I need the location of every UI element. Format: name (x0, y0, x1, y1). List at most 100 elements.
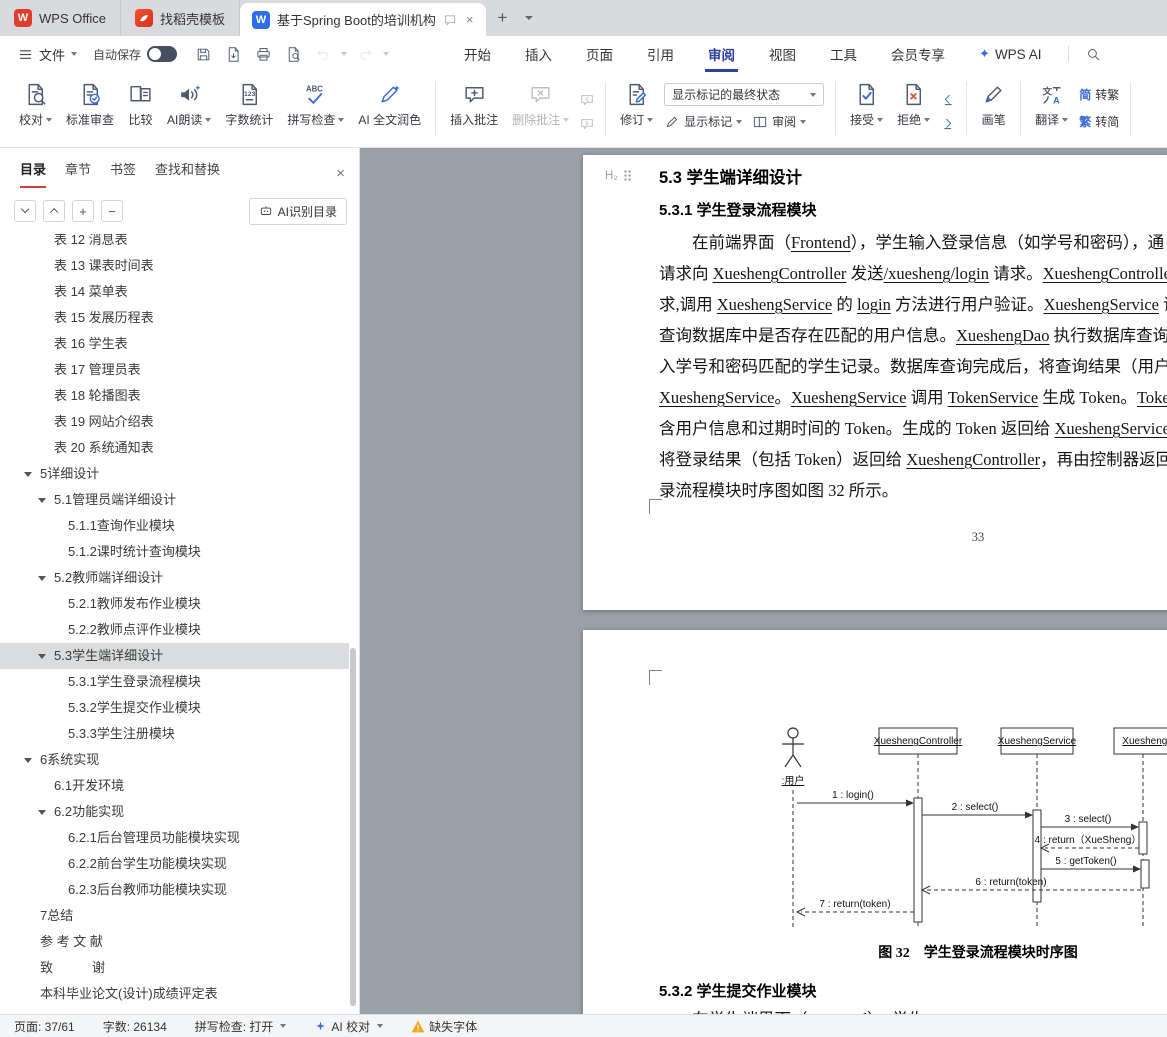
menu-tab-view[interactable]: 视图 (752, 36, 813, 72)
spell-check-button[interactable]: ABC 拼写检查 (280, 78, 351, 143)
undo-options-icon[interactable] (341, 52, 348, 56)
translate-button[interactable]: 文A 翻译 (1028, 78, 1075, 143)
outline-item[interactable]: 5.2.2教师点评作业模块 (0, 617, 349, 643)
status-spell-check[interactable]: 拼写检查: 打开 (195, 1018, 287, 1035)
document-page-34[interactable]: :用户 XueshengController XueshengService X… (583, 630, 1167, 1014)
outline-item[interactable]: 5.2教师端详细设计 (0, 565, 349, 591)
outline-item[interactable]: 5.3.2学生提交作业模块 (0, 695, 349, 721)
tab-docer-templates[interactable]: 找稻壳模板 (121, 0, 240, 36)
collapse-all-button[interactable] (43, 200, 65, 222)
outline-item[interactable]: 表 14 菜单表 (0, 279, 349, 305)
outline-item[interactable]: 致 谢 (0, 955, 349, 981)
tab-bookmark[interactable]: 书签 (110, 159, 136, 188)
review-pane-button[interactable]: 审阅 (752, 113, 807, 130)
simplified-to-traditional-button[interactable]: 简 转繁 (1079, 86, 1119, 103)
menu-tab-home[interactable]: 开始 (447, 36, 508, 72)
outline-item[interactable]: 表 13 课表时间表 (0, 253, 349, 279)
next-comment-button[interactable] (579, 116, 595, 132)
redo-options-icon[interactable] (383, 52, 390, 56)
tab-wps-home[interactable]: W WPS Office (0, 0, 121, 36)
expand-arrow-icon[interactable] (24, 472, 32, 477)
outline-item[interactable]: 参 考 文 献 (0, 929, 349, 955)
expand-arrow-icon[interactable] (24, 758, 32, 763)
outline-item[interactable]: 5.1.2课时统计查询模块 (0, 539, 349, 565)
expand-all-button[interactable] (14, 200, 36, 222)
expand-arrow-icon[interactable] (38, 576, 46, 581)
print-preview-button[interactable] (281, 42, 305, 66)
word-count-button[interactable]: 123 字数统计 (218, 78, 280, 143)
save-button[interactable] (191, 42, 215, 66)
outline-item[interactable]: 表 20 系统通知表 (0, 435, 349, 461)
compare-button[interactable]: 比较 (121, 78, 160, 143)
outline-item[interactable]: 表 16 学生表 (0, 331, 349, 357)
outline-item[interactable]: 7总结 (0, 903, 349, 929)
ai-polish-button[interactable]: AI 全文润色 (351, 78, 428, 143)
drag-handle-icon[interactable] (623, 169, 632, 182)
tab-list-dropdown[interactable] (519, 0, 539, 36)
standard-review-button[interactable]: 标准审查 (59, 78, 121, 143)
status-ai-proofread[interactable]: AI 校对 (314, 1018, 384, 1035)
close-tab-icon[interactable]: × (464, 12, 476, 27)
outline-item[interactable]: 5.3.3学生注册模块 (0, 721, 349, 747)
next-change-button[interactable] (940, 116, 956, 132)
insert-comment-button[interactable]: 插入批注 (443, 78, 505, 143)
outline-item[interactable]: 5.3.1学生登录流程模块 (0, 669, 349, 695)
reject-change-button[interactable]: 拒绝 (890, 78, 937, 143)
outline-item[interactable]: 表 18 轮播图表 (0, 383, 349, 409)
status-page-indicator[interactable]: 页面: 37/61 (14, 1018, 75, 1035)
track-changes-button[interactable]: 修订 (613, 78, 660, 143)
sidebar-scrollbar[interactable] (350, 648, 356, 1006)
search-icon[interactable] (1081, 42, 1105, 66)
show-markup-button[interactable]: 显示标记 (664, 113, 743, 130)
outline-item[interactable]: 表 19 网站介绍表 (0, 409, 349, 435)
heading-level-marker[interactable]: H₂ (605, 169, 632, 182)
tab-toc[interactable]: 目录 (20, 159, 47, 188)
ink-brush-button[interactable]: 画笔 (974, 78, 1013, 143)
outline-item[interactable]: 5.2.1教师发布作业模块 (0, 591, 349, 617)
file-menu-button[interactable]: 文件 (12, 41, 83, 68)
menu-tab-tools[interactable]: 工具 (813, 36, 874, 72)
traditional-to-simplified-button[interactable]: 繁 转简 (1079, 113, 1119, 130)
status-word-count[interactable]: 字数: 26134 (103, 1018, 167, 1035)
menu-tab-wps-ai[interactable]: ✦ WPS AI (962, 36, 1058, 72)
print-button[interactable] (251, 42, 275, 66)
outline-item[interactable]: 表 17 管理员表 (0, 357, 349, 383)
autosave-control[interactable]: 自动保存 (93, 46, 178, 63)
redo-button[interactable] (353, 42, 377, 66)
delete-comment-button[interactable]: 删除批注 (505, 78, 576, 143)
menu-tab-review[interactable]: 审阅 (691, 36, 752, 72)
proofread-button[interactable]: 校对 (12, 78, 59, 143)
new-tab-button[interactable]: + (486, 0, 520, 36)
outline-item[interactable]: 6系统实现 (0, 747, 349, 773)
document-page-33[interactable]: H₂ 5.3 学生端详细设计 5.3.1 学生登录流程模块 在前端界面（Fron… (583, 155, 1167, 610)
previous-change-button[interactable] (940, 92, 956, 108)
outline-item[interactable]: 6.2.3后台教师功能模块实现 (0, 877, 349, 903)
menu-tab-page[interactable]: 页面 (569, 36, 630, 72)
outline-item[interactable]: 5.3学生端详细设计 (0, 643, 349, 669)
document-canvas[interactable]: H₂ 5.3 学生端详细设计 5.3.1 学生登录流程模块 在前端界面（Fron… (360, 148, 1167, 1014)
menu-tab-member[interactable]: 会员专享 (874, 36, 962, 72)
expand-arrow-icon[interactable] (38, 654, 46, 659)
tab-document[interactable]: W 基于Spring Boot的培训机构 × (239, 3, 486, 36)
tab-chapter[interactable]: 章节 (65, 159, 91, 188)
outline-item[interactable]: 表 15 发展历程表 (0, 305, 349, 331)
close-pane-icon[interactable]: × (336, 165, 345, 188)
menu-tab-reference[interactable]: 引用 (630, 36, 691, 72)
outline-item[interactable]: 5.1管理员端详细设计 (0, 487, 349, 513)
outline-item[interactable]: 5.1.1查询作业模块 (0, 513, 349, 539)
outline-item[interactable]: 6.2.1后台管理员功能模块实现 (0, 825, 349, 851)
tab-find-replace[interactable]: 查找和替换 (155, 159, 220, 188)
undo-button[interactable] (311, 42, 335, 66)
ai-read-aloud-button[interactable]: AI朗读 (160, 78, 218, 143)
outline-item[interactable]: 表 12 消息表 (0, 234, 349, 253)
outline-item[interactable]: 5详细设计 (0, 461, 349, 487)
previous-comment-button[interactable] (579, 92, 595, 108)
markup-state-select[interactable]: 显示标记的最终状态 (664, 83, 825, 106)
autosave-toggle[interactable] (147, 46, 178, 62)
outline-item[interactable]: 6.2.2前台学生功能模块实现 (0, 851, 349, 877)
ai-recognize-toc-button[interactable]: AI识别目录 (248, 197, 347, 225)
export-pdf-button[interactable] (221, 42, 245, 66)
outline-item[interactable]: 本科毕业论文(设计)成绩评定表 (0, 981, 349, 1007)
zoom-out-button[interactable]: − (101, 200, 123, 222)
expand-arrow-icon[interactable] (38, 498, 46, 503)
